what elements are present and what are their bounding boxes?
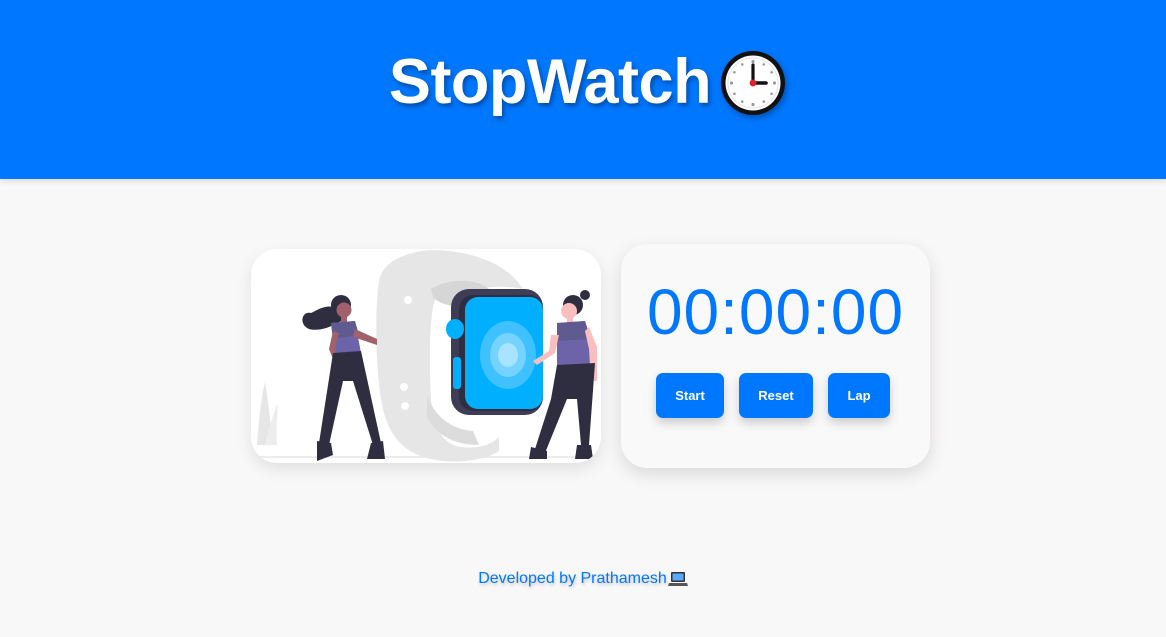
timer-display: 00:00:00 xyxy=(646,276,905,348)
illustration-card xyxy=(251,249,601,463)
reset-button[interactable]: Reset xyxy=(739,373,813,418)
smartwatch-illustration xyxy=(251,250,601,462)
lap-button[interactable]: Lap xyxy=(828,373,890,418)
app-header: StopWatch xyxy=(0,0,1166,179)
clock-icon xyxy=(721,51,786,115)
laptop-icon xyxy=(667,572,688,586)
footer-credit: Developed by Prathamesh xyxy=(478,570,667,587)
page-title: StopWatch xyxy=(388,47,712,117)
start-button[interactable]: Start xyxy=(656,373,724,418)
title-container: StopWatch xyxy=(0,44,1166,120)
footer: Developed by Prathamesh xyxy=(0,570,1166,588)
stopwatch-card: 00:00:00 Start Reset Lap xyxy=(621,244,930,468)
woman-left xyxy=(302,295,385,461)
